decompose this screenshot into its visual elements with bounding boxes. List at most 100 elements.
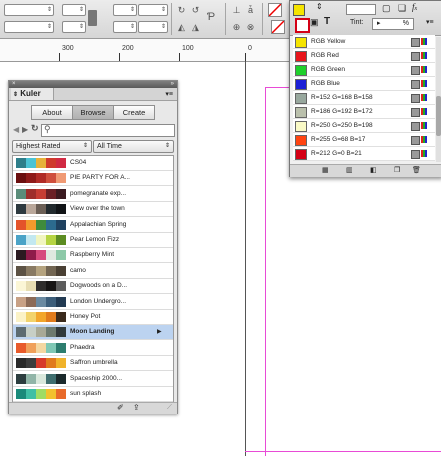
theme-row[interactable]: Appalachian Spring [13,218,173,233]
collapse-icon[interactable]: » [171,81,174,88]
view-icon[interactable]: ▢ [382,3,391,14]
select-previous-icon[interactable]: ⊕ [231,22,242,33]
theme-row[interactable]: sun splash [13,387,173,402]
flip-vertical-icon[interactable]: ◮ [190,22,201,33]
panel-menu-icon[interactable]: ▾≡ [165,90,173,98]
browse-button[interactable]: Browse [72,105,114,120]
stepper-icon[interactable]: ⇕ [316,2,323,11]
flip-icon[interactable]: ◭ [176,22,187,33]
swatch-color-chip [295,135,307,146]
theme-row[interactable]: View over the town [13,202,173,218]
stepper-icon[interactable]: ⇕ [130,22,135,32]
tint-stepper-icon[interactable]: ▸ [377,19,381,29]
scrollbar-thumb[interactable] [436,96,441,136]
swatch-row[interactable]: R=186 G=192 B=172 [293,105,435,119]
stepper-icon[interactable]: ⇕ [47,5,52,15]
about-button[interactable]: About [31,105,73,120]
theme-row[interactable]: Raspberry Mint [13,248,173,264]
new-swatch-icon[interactable]: ❐ [394,166,400,174]
theme-color-swatch [26,358,36,369]
frame-icon[interactable]: ❏ [398,3,406,14]
scale-y-field[interactable]: ⇕ [113,21,137,33]
stepper-icon[interactable]: ⇕ [130,5,135,15]
scale-x-field[interactable]: ⇕ [113,4,137,16]
rotate-cw-icon[interactable]: ↻ [176,5,187,16]
theme-name: PIE PARTY FOR A... [70,174,130,182]
theme-row[interactable]: pomegranate exp... [13,187,173,202]
y-field[interactable]: ⇕ [4,21,54,33]
h-field[interactable]: ⇕ [62,21,86,33]
swatch-row[interactable]: R=212 G=0 B=21 [293,147,435,161]
stepper-icon[interactable]: ⇕ [79,5,84,15]
rotate-ccw-icon[interactable]: ↺ [190,5,201,16]
select-container-icon[interactable]: ⊥ [231,5,242,16]
shear-field[interactable]: ⇕ [138,21,168,33]
select-content-icon[interactable]: ǡ [245,5,256,16]
forward-arrow-icon[interactable]: ▶ [22,125,28,134]
theme-row[interactable]: Moon Landing ▶ [13,325,173,341]
ruler-mark: 0 [248,45,252,52]
sort-dropdown[interactable]: Highest Rated ⇕ [12,140,92,153]
theme-row[interactable]: Saffron umbrella [13,356,173,372]
select-next-icon[interactable]: ⊗ [245,22,256,33]
panel-menu-icon[interactable]: ▾≡ [426,18,434,26]
function-icon[interactable]: fx [412,2,417,12]
theme-color-swatch [16,204,26,215]
show-gradient-swatches-icon[interactable]: ◧ [370,166,377,174]
time-dropdown[interactable]: All Time ⇕ [93,140,174,153]
theme-color-swatch [46,250,56,261]
stepper-icon[interactable]: ⇕ [161,22,166,32]
constrain-proportions-icon[interactable] [88,10,97,26]
w-field[interactable]: ⇕ [62,4,86,16]
rotate-field[interactable]: ⇕ [138,4,168,16]
swatch-row[interactable]: R=250 G=250 B=198 [293,119,435,133]
delete-swatch-icon[interactable]: 🗑 [412,166,421,174]
theme-color-swatch [16,265,26,276]
tab-kuler[interactable]: ⇕ Kuler [11,88,54,100]
stroke-swatch-icon[interactable] [295,18,310,33]
toolbar-field[interactable] [346,4,376,15]
back-arrow-icon[interactable]: ◀ [13,125,19,134]
stepper-icon[interactable]: ⇕ [47,22,52,32]
theme-color-swatch [56,173,66,184]
theme-row[interactable]: camo [13,264,173,279]
swatch-row[interactable]: R=255 G=68 B=17 [293,133,435,147]
tint-field[interactable]: ▸ % [372,18,414,30]
stroke-none-icon[interactable] [271,20,285,34]
swatch-row[interactable]: RGB Yellow [293,35,435,49]
theme-row[interactable]: CS04 [13,156,173,171]
theme-row[interactable]: Honey Pot [13,310,173,325]
show-color-swatches-icon[interactable]: ▥ [346,166,353,174]
swatch-row[interactable]: RGB Blue [293,77,435,91]
refresh-icon[interactable]: ↻ [31,123,39,134]
theme-row[interactable]: Spaceship 2000... [13,372,173,387]
close-icon[interactable]: × [12,81,16,88]
fill-none-icon[interactable] [268,3,282,17]
formatting-container-icon[interactable]: ▣ [310,17,319,28]
show-all-swatches-icon[interactable]: ▦ [322,166,329,174]
theme-row[interactable]: Phaedra [13,341,173,356]
theme-row[interactable]: London Undergro... [13,295,173,310]
formatting-text-icon[interactable]: T [324,16,330,27]
resize-grip-icon[interactable]: ⟋ [167,404,172,412]
swatch-row[interactable]: R=152 G=168 B=158 [293,91,435,105]
swatch-color-chip [295,79,307,90]
theme-row[interactable]: Pear Lemon Fizz [13,233,173,248]
stepper-icon[interactable]: ⇕ [79,22,84,32]
theme-color-swatch [16,250,26,261]
stepper-icon[interactable]: ⇕ [161,5,166,15]
theme-color-swatch [16,173,26,184]
create-button[interactable]: Create [113,105,155,120]
reference-point-icon[interactable]: Ƥ [204,12,218,26]
upload-icon[interactable]: ⇪ [133,403,140,412]
theme-expand-arrow-icon[interactable]: ▶ [157,325,162,339]
add-to-swatches-icon[interactable]: ✐ [117,403,124,412]
theme-row[interactable]: PIE PARTY FOR A... [13,171,173,187]
swatch-row[interactable]: RGB Red [293,49,435,63]
search-input[interactable]: ⚲ [41,124,175,137]
swatch-row[interactable]: RGB Green [293,63,435,77]
theme-row[interactable]: Dogwoods on a D... [13,279,173,295]
fill-swatch-icon[interactable] [293,4,305,16]
panel-titlebar[interactable]: × » [9,81,177,88]
x-field[interactable]: ⇕ [4,4,54,16]
